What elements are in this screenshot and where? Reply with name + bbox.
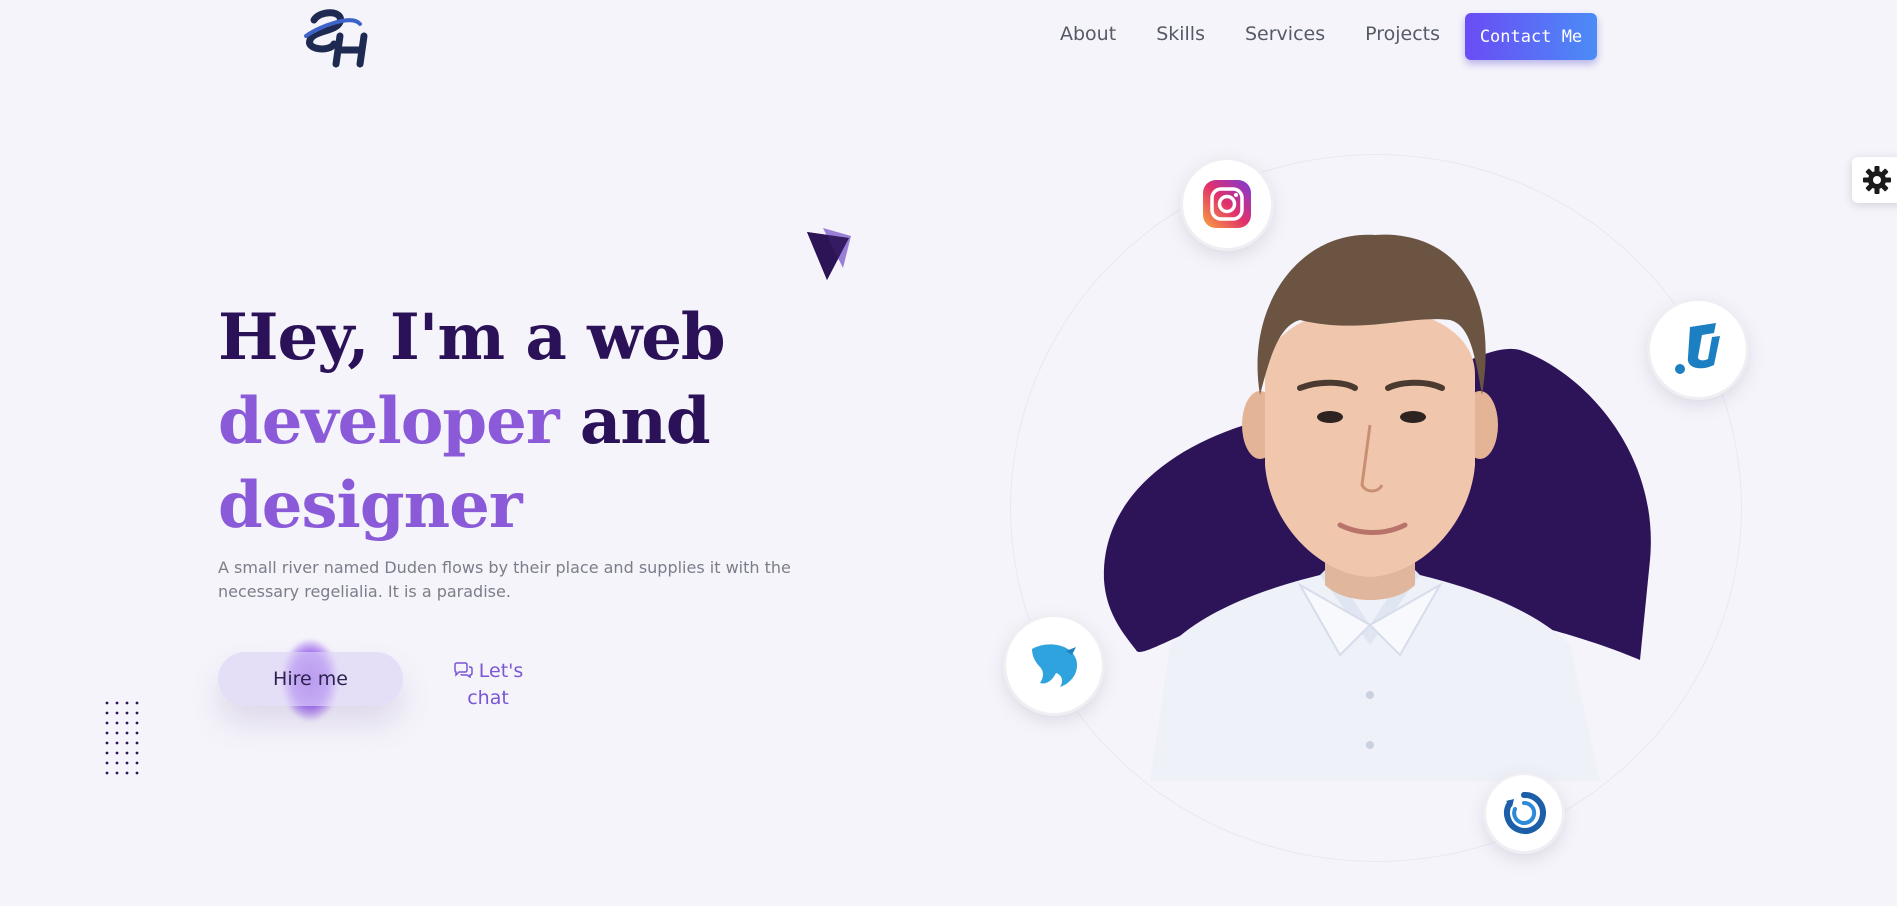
hire-me-wrapper: Hire me [218, 640, 403, 720]
headline-accent-developer: developer [218, 384, 560, 459]
instagram-badge[interactable] [1183, 160, 1271, 248]
u-logo-icon [1675, 323, 1720, 374]
instagram-icon [1203, 180, 1251, 228]
headline-line-1: Hey, I'm a web [218, 300, 726, 375]
nav-skills[interactable]: Skills [1156, 22, 1205, 46]
settings-button[interactable] [1852, 157, 1897, 203]
lets-chat-label: Let's chat [467, 660, 524, 709]
headline-and: and [579, 384, 711, 459]
bird-icon [1032, 644, 1078, 687]
gear-icon [1863, 166, 1891, 194]
dot-grid-decoration [105, 701, 139, 775]
chat-icon [453, 662, 473, 678]
headline-accent-designer: designer [218, 468, 523, 543]
hero-subtitle: A small river named Duden flows by their… [218, 558, 791, 601]
site-logo[interactable] [300, 6, 380, 68]
lets-chat-link[interactable]: Let's chat [452, 658, 524, 712]
bird-badge[interactable] [1006, 617, 1102, 713]
nav-projects[interactable]: Projects [1365, 22, 1440, 46]
ring-logo-icon [1503, 791, 1546, 834]
hero-headline: Hey, I'm a web developer and designer [218, 296, 858, 548]
u-logo-badge[interactable] [1650, 301, 1746, 397]
hire-me-button[interactable]: Hire me [218, 652, 403, 706]
triangle-decoration [807, 228, 851, 280]
profile-portrait [1150, 234, 1600, 781]
nav-about[interactable]: About [1060, 22, 1116, 46]
ring-logo-badge[interactable] [1486, 775, 1562, 851]
contact-me-button[interactable]: Contact Me [1465, 13, 1597, 60]
nav-services[interactable]: Services [1245, 22, 1325, 46]
main-nav: About Skills Services Projects [1060, 22, 1480, 46]
sh-logo-icon [304, 9, 368, 68]
